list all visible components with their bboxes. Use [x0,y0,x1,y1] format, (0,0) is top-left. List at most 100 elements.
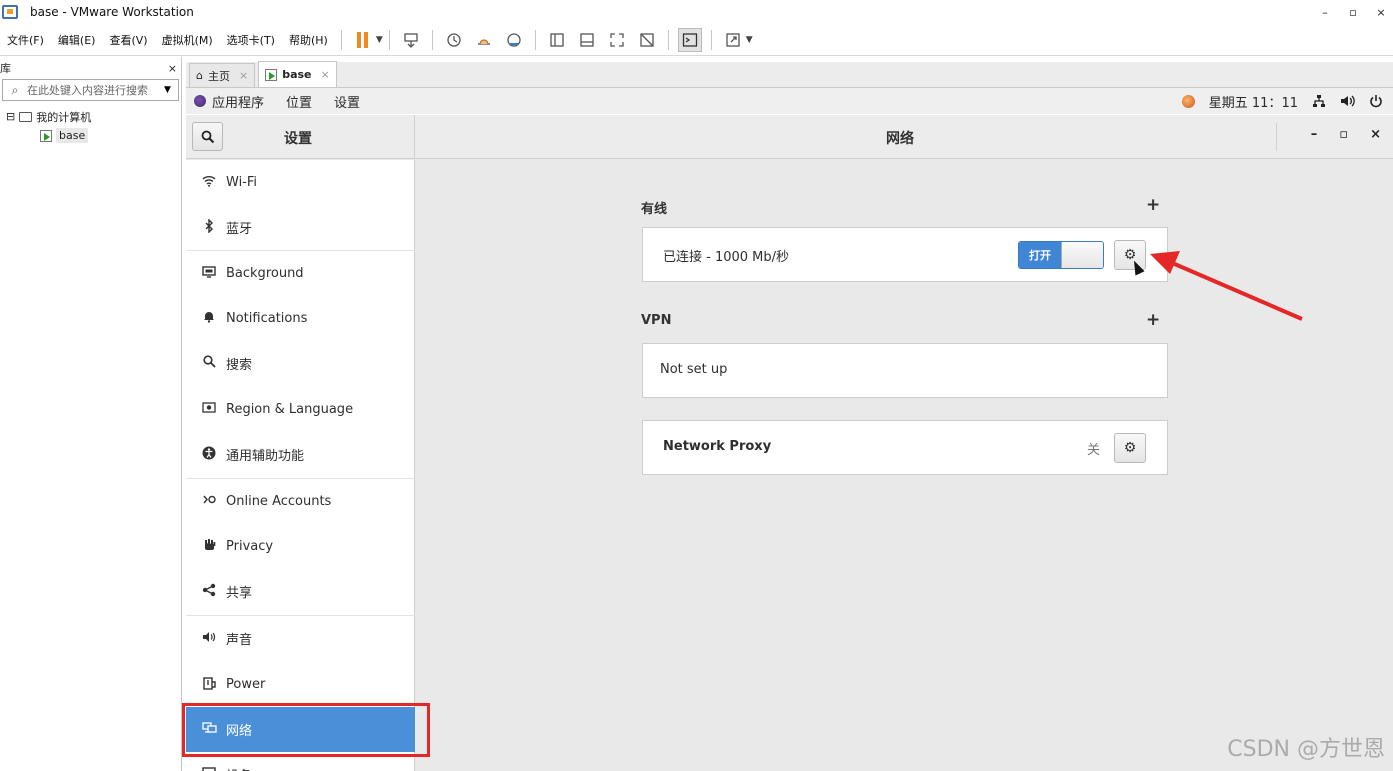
sidebar-item-region-language[interactable]: Region & Language [186,387,415,432]
tab-home[interactable]: ⌂ 主页 × [189,63,256,87]
thumbnail-view-icon [580,32,594,47]
show-library-button[interactable] [545,28,569,52]
window-controls: – ▫ × [1319,0,1387,24]
menu-tabs[interactable]: 选项卡(T) [220,32,282,48]
sidebar-item-power[interactable]: Power [186,662,415,707]
sidebar-item-online-accounts[interactable]: Online Accounts [186,479,415,524]
background-icon [198,265,220,282]
settings-sidebar: Wi-Fi 蓝牙 Background Notifications 搜索 Reg… [186,160,415,771]
maximize-button[interactable]: ▫ [1347,6,1359,19]
menu-help[interactable]: 帮助(H) [282,32,335,48]
sidebar-item-label: Power [226,677,266,692]
volume-icon[interactable] [1340,94,1355,108]
console-icon [682,32,697,47]
sidebar-item-sound[interactable]: 声音 [186,616,415,661]
minimize-button[interactable]: – [1311,127,1318,142]
network-wired-icon[interactable] [1312,94,1326,108]
chevron-down-icon[interactable]: ▼ [164,85,178,95]
add-wired-button[interactable]: + [1146,195,1160,215]
stretch-icon [726,32,740,47]
tree-item-label: base [56,128,89,143]
sidebar-item-privacy[interactable]: Privacy [186,524,415,569]
tree-item-base[interactable]: base [6,126,181,145]
page-title: 网络 [886,131,914,147]
places-menu[interactable]: 位置 [286,92,312,111]
power-icon[interactable] [1369,94,1383,108]
close-button[interactable]: × [1375,6,1387,19]
library-close-button[interactable]: × [168,62,177,75]
console-view-button[interactable] [677,27,702,52]
vmware-logo-icon [2,5,18,19]
sidebar-item-bluetooth[interactable]: 蓝牙 [186,205,415,250]
full-screen-button[interactable] [605,28,629,52]
wired-connection-card: 已连接 - 1000 Mb/秒 打开 ⚙ [642,227,1168,282]
gnome-foot-icon [194,95,206,107]
menu-edit[interactable]: 编辑(E) [51,32,103,48]
vm-running-icon [40,129,52,142]
close-button[interactable]: × [1370,127,1381,142]
sidebar-item-search[interactable]: 搜索 [186,341,415,386]
settings-search-button[interactable] [192,122,223,151]
vpn-card: Not set up [642,343,1168,398]
clock[interactable]: 星期五 11：11 [1209,92,1298,111]
search-icon [201,130,214,143]
speaker-icon [198,631,220,647]
full-screen-icon [610,32,624,47]
wifi-icon [198,175,220,191]
unity-button[interactable] [635,28,659,52]
settings-menu[interactable]: 设置 [334,92,360,111]
sidebar-item-label: 搜索 [226,358,253,373]
hand-icon [198,538,220,555]
wired-status: 已连接 - 1000 Mb/秒 [663,250,790,265]
tree-item-my-computer[interactable]: ⊟ 我的计算机 [6,107,181,126]
pause-icon [357,31,369,48]
sidebar-title: 设置 [284,131,312,147]
toolbar-separator [667,29,669,50]
sidebar-item-accessibility[interactable]: 通用辅助功能 [186,432,415,477]
sidebar-item-sharing[interactable]: 共享 [186,569,415,614]
library-title: 库 [0,62,11,75]
minimize-button[interactable]: – [1319,6,1331,19]
applications-menu[interactable]: 应用程序 [194,92,264,111]
pause-button[interactable] [351,28,375,52]
settings-headerbar: 设置 网络 – ▫ × [186,115,1393,159]
send-ctrl-alt-del-button[interactable] [399,28,423,52]
collapse-icon[interactable]: ⊟ [6,110,15,123]
sidebar-item-notifications[interactable]: Notifications [186,296,415,341]
menu-view[interactable]: 查看(V) [102,32,154,48]
thumbnail-bar-button[interactable] [575,28,599,52]
toolbar-separator [710,29,712,50]
tab-label: 主页 [207,69,230,83]
tab-base[interactable]: base × [258,61,337,87]
proxy-settings-button[interactable]: ⚙ [1114,433,1146,463]
menu-file[interactable]: 文件(F) [0,32,51,48]
snapshot-button[interactable] [442,28,466,52]
stretch-dropdown-icon[interactable]: ▼ [746,35,753,45]
library-header: 库 × [0,57,181,79]
search-icon: ⌕ [11,82,19,97]
accessibility-icon [198,446,220,464]
library-search-input[interactable]: ⌕ 在此处键入内容进行搜索 ▼ [2,79,179,101]
maximize-button[interactable]: ▫ [1339,127,1348,142]
menu-vm[interactable]: 虚拟机(M) [155,32,220,48]
tab-close-button[interactable]: × [321,68,330,81]
sidebar-item-background[interactable]: Background [186,251,415,296]
wired-toggle[interactable]: 打开 [1018,241,1104,269]
toolbar-separator [340,29,342,50]
power-dropdown-icon[interactable]: ▼ [376,35,383,45]
revert-snapshot-button[interactable] [472,28,496,52]
library-tree: ⊟ 我的计算机 base [0,107,181,145]
tab-close-button[interactable]: × [239,69,248,82]
accessibility-status-icon[interactable] [1181,94,1195,108]
power-icon [198,676,220,694]
toolbar-separator [388,29,390,50]
snapshot-manager-button[interactable] [502,28,526,52]
share-icon [198,583,220,601]
stretch-button[interactable] [721,28,745,52]
network-proxy-label: Network Proxy [663,439,772,454]
add-vpn-button[interactable]: + [1146,310,1160,330]
vm-running-icon [265,68,278,81]
sidebar-item-wifi[interactable]: Wi-Fi [186,160,415,205]
tree-item-label: 我的计算机 [36,110,92,124]
revert-snapshot-icon [477,38,490,45]
